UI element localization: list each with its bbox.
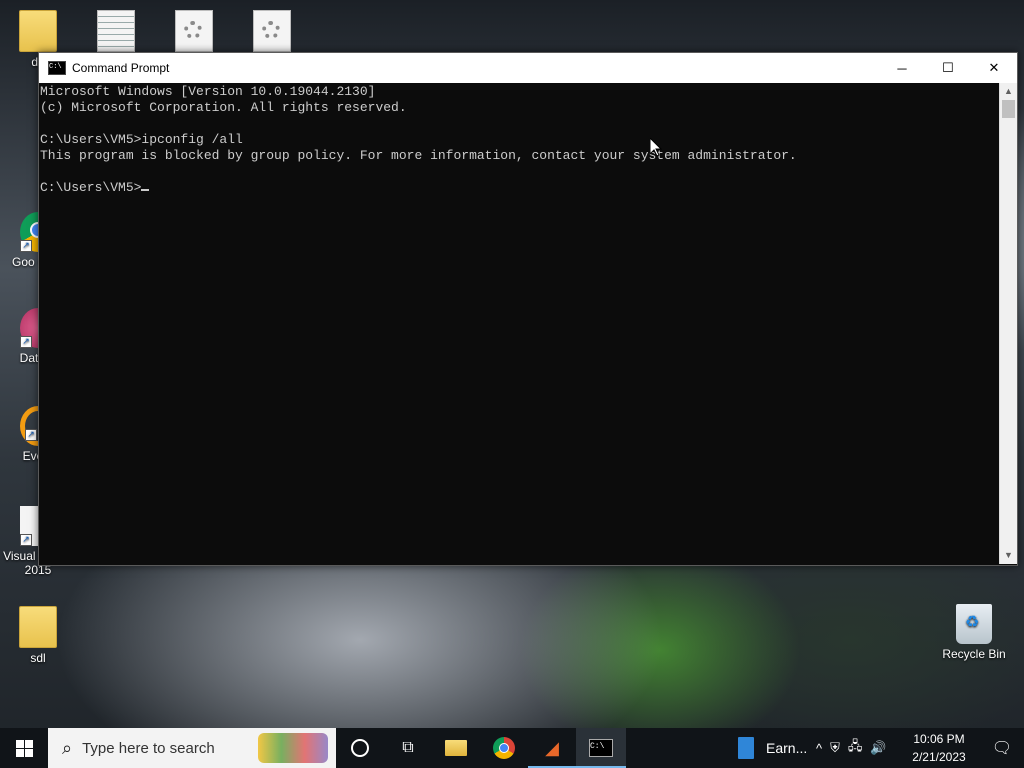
command-prompt-window[interactable]: C:\ Command Prompt ─ ☐ ✕ Microsoft Windo… xyxy=(38,52,1018,566)
show-hidden-icons-button[interactable]: ^ xyxy=(816,741,822,756)
console-line: C:\Users\VM5>ipconfig /all xyxy=(40,132,243,147)
window-title: Command Prompt xyxy=(72,61,170,75)
folder-icon xyxy=(19,10,57,52)
command-prompt-app-icon[interactable]: C:\ xyxy=(48,61,66,75)
start-button[interactable] xyxy=(0,728,48,768)
taskbar: ⌕ Type here to search ⧉ ◢ C:\ Earn... ^ … xyxy=(0,728,1024,768)
console-prompt: C:\Users\VM5> xyxy=(40,180,142,195)
scrollbar-thumb[interactable] xyxy=(1002,100,1015,118)
minimize-button[interactable]: ─ xyxy=(879,53,925,83)
search-icon: ⌕ xyxy=(62,737,73,758)
system-tray: ^ ⛨ 🖧 🔊 xyxy=(812,728,891,768)
security-icon[interactable]: ⛨ xyxy=(830,740,840,756)
command-prompt-icon: C:\ xyxy=(589,739,613,757)
network-icon[interactable]: 🖧 xyxy=(848,737,863,759)
gear-icon xyxy=(262,21,280,39)
recycle-symbol-icon: ♻ xyxy=(965,614,980,631)
gear-icon xyxy=(184,21,202,39)
vertical-scrollbar[interactable]: ▲ ▼ xyxy=(999,83,1017,564)
desktop-icon-settings-file-1[interactable] xyxy=(158,10,230,55)
scroll-up-icon[interactable]: ▲ xyxy=(1000,83,1017,100)
window-titlebar[interactable]: C:\ Command Prompt ─ ☐ ✕ xyxy=(39,53,1017,83)
shortcut-arrow-icon: ↗ xyxy=(25,429,37,441)
settings-file-icon xyxy=(175,10,213,52)
task-view-button[interactable]: ⧉ xyxy=(384,728,432,768)
recycle-bin-icon: ♻ xyxy=(956,604,992,644)
task-view-icon: ⧉ xyxy=(402,739,414,756)
cortana-icon xyxy=(351,739,369,757)
document-icon xyxy=(97,10,135,52)
earn-label: Earn... xyxy=(766,740,808,756)
close-button[interactable]: ✕ xyxy=(971,53,1017,83)
shortcut-arrow-icon: ↗ xyxy=(20,240,32,252)
action-center-button[interactable]: 🗨 xyxy=(980,728,1024,768)
document-icon xyxy=(738,737,754,759)
desktop-icon-label: Recycle Bin xyxy=(942,647,1006,661)
desktop-icon-sdl-folder[interactable]: sdl xyxy=(2,606,74,665)
taskbar-search-box[interactable]: ⌕ Type here to search xyxy=(48,728,336,768)
earn-widget-button[interactable]: Earn... xyxy=(728,728,817,768)
scroll-down-icon[interactable]: ▼ xyxy=(1000,547,1017,564)
settings-file-icon xyxy=(253,10,291,52)
matlab-icon: ◢ xyxy=(545,737,559,758)
clock[interactable]: 10:06 PM 2/21/2023 xyxy=(900,730,978,766)
desktop-icon-settings-file-2[interactable] xyxy=(236,10,308,55)
matlab-taskbar-button[interactable]: ◢ xyxy=(528,728,576,768)
console-line: Microsoft Windows [Version 10.0.19044.21… xyxy=(40,84,376,99)
desktop-icon-label: sdl xyxy=(30,651,46,665)
cortana-button[interactable] xyxy=(336,728,384,768)
text-cursor xyxy=(141,189,150,191)
file-explorer-button[interactable] xyxy=(432,728,480,768)
file-explorer-icon xyxy=(445,740,467,756)
clock-date: 2/21/2023 xyxy=(912,750,966,764)
clock-time: 10:06 PM xyxy=(913,732,965,746)
folder-icon xyxy=(19,606,57,648)
search-placeholder: Type here to search xyxy=(82,739,215,757)
volume-icon[interactable]: 🔊 xyxy=(870,740,886,756)
desktop-icon-document[interactable] xyxy=(80,10,152,55)
notification-icon: 🗨 xyxy=(991,740,1013,757)
chrome-taskbar-button[interactable] xyxy=(480,728,528,768)
command-prompt-taskbar-button[interactable]: C:\ xyxy=(576,728,626,768)
console-output[interactable]: Microsoft Windows [Version 10.0.19044.21… xyxy=(39,83,999,564)
shortcut-arrow-icon: ↗ xyxy=(20,534,32,546)
console-line: (c) Microsoft Corporation. All rights re… xyxy=(40,100,407,115)
desktop-icon-recycle-bin[interactable]: ♻ Recycle Bin xyxy=(938,604,1010,661)
shortcut-arrow-icon: ↗ xyxy=(20,336,32,348)
console-line: This program is blocked by group policy.… xyxy=(40,148,797,163)
search-highlight-image xyxy=(258,733,328,763)
maximize-button[interactable]: ☐ xyxy=(925,53,971,83)
windows-logo-icon xyxy=(15,739,33,757)
chrome-icon xyxy=(493,737,515,759)
